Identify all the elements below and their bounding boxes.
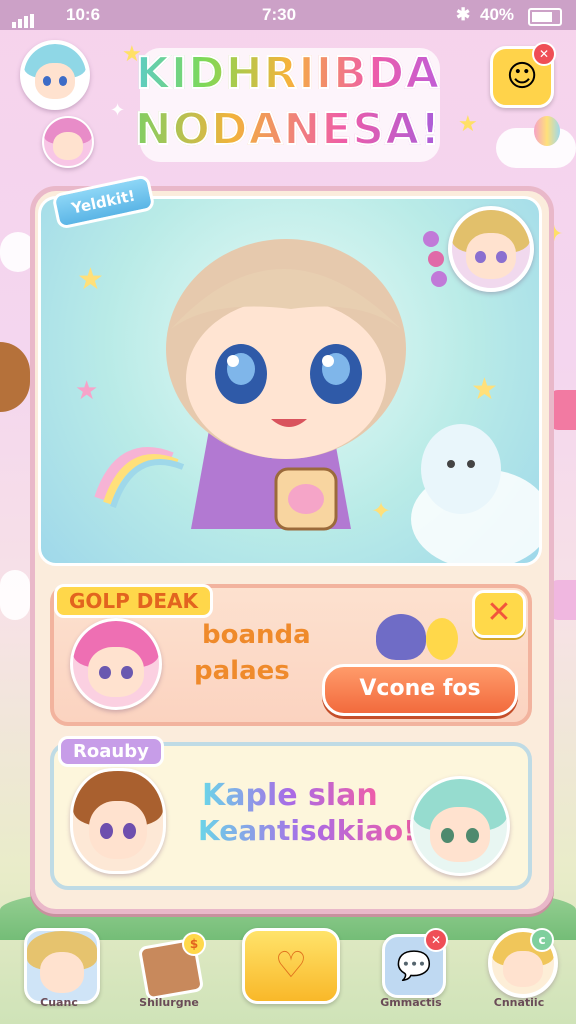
royalty-character-avatar	[70, 768, 166, 874]
messages-badge: ✕	[424, 928, 448, 952]
status-carrier: 10:6	[66, 5, 101, 24]
nav-label-profile: Cuanc	[40, 996, 78, 1009]
nav-item-play[interactable]: ♡	[242, 928, 340, 1004]
svg-text:★: ★	[77, 262, 104, 297]
signal-icon	[12, 8, 36, 28]
svg-text:★: ★	[75, 376, 98, 406]
fruit-icon	[426, 618, 458, 660]
balloon-icon	[534, 116, 560, 146]
nav-label-friends: Cnnatiic	[493, 996, 545, 1009]
deal-ribbon: GOLP DEAK	[54, 584, 214, 618]
companion-avatar[interactable]	[448, 206, 534, 292]
profile-avatar[interactable]	[20, 40, 90, 110]
royalty-ribbon: Roauby	[58, 736, 164, 767]
cloud-decoration	[0, 570, 30, 620]
battery-icon	[528, 8, 562, 26]
royalty-text-line2: Keantisdkiao!	[198, 814, 416, 847]
nav-item-profile[interactable]	[24, 928, 100, 1004]
svg-text:★: ★	[471, 372, 498, 407]
deal-close-button[interactable]: ✕	[472, 590, 526, 638]
smiley-icon: ☺	[506, 59, 538, 94]
nav-label-shop: Shilurgne	[139, 996, 199, 1009]
game-title-line2: NODANESA!	[120, 103, 456, 156]
deal-action-button[interactable]: Vcone fos	[322, 664, 518, 716]
status-battery-pct: 40%	[480, 5, 515, 24]
royalty-text-line1: Kaple slan	[202, 778, 378, 813]
game-title-line1: KIDHRIIBDA	[120, 47, 456, 100]
deal-text-line2: palaes	[194, 656, 290, 686]
monster-icon	[376, 614, 426, 660]
side-creature-decoration	[0, 342, 30, 412]
coin-icon: $	[182, 932, 206, 956]
bottom-nav: Cuanc $ Shilurgne ♡ 💬 ✕ Gmmactis c Cnnat…	[0, 920, 576, 1024]
status-bar: 10:6 7:30 ✱ 40%	[0, 0, 576, 30]
friends-badge: c	[530, 928, 554, 952]
deal-character-avatar	[70, 618, 162, 710]
svg-text:✦: ✦	[371, 497, 391, 525]
nav-item-shop[interactable]: $	[136, 928, 206, 1001]
wifi-icon: ✱	[456, 5, 471, 24]
chat-bubble-icon: 💬	[396, 949, 432, 982]
heart-icon: ♡	[274, 945, 308, 986]
royalty-companion-avatar	[410, 776, 510, 876]
deal-text-line1: boanda	[202, 620, 311, 650]
status-time: 7:30	[262, 5, 297, 24]
star-icon: ★	[458, 112, 478, 137]
notification-badge: ✕	[532, 42, 556, 66]
nav-label-messages: Gmmactis	[380, 996, 442, 1009]
friend-avatar	[42, 116, 94, 168]
